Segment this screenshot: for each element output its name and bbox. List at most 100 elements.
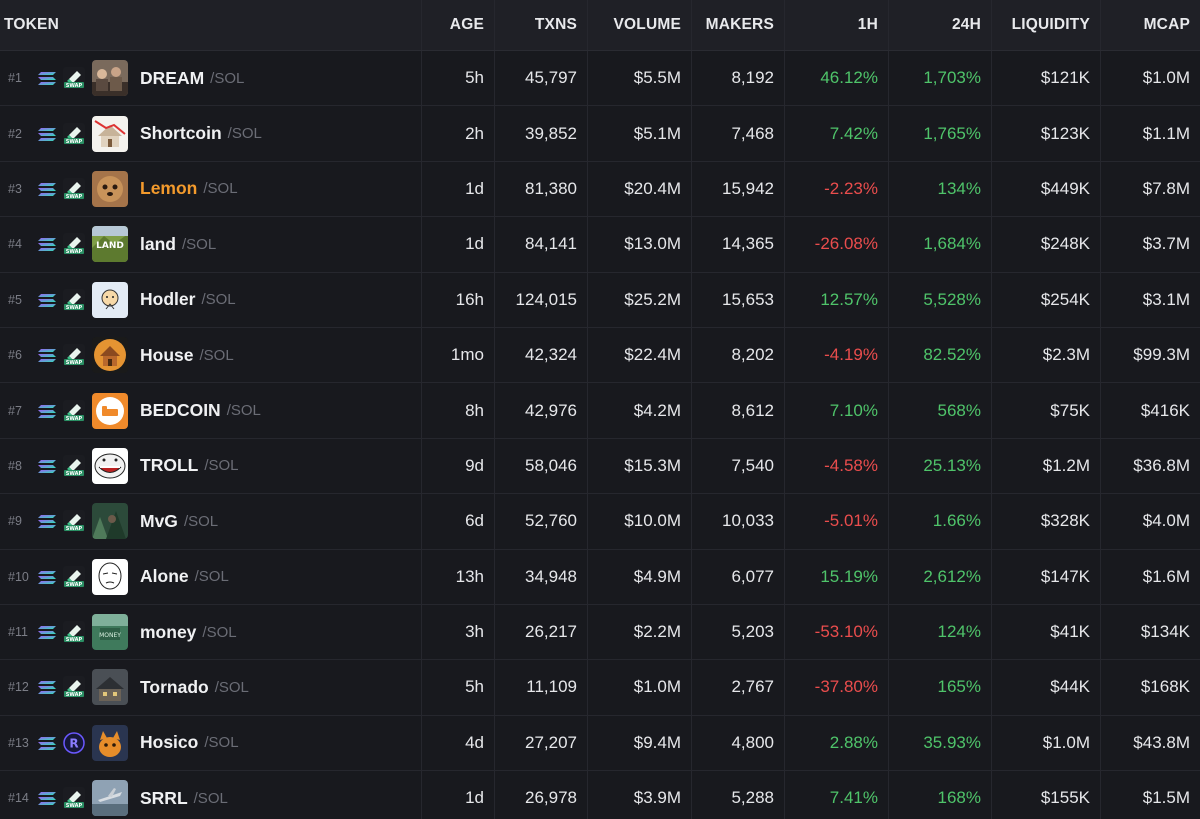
- change-1h-cell: -2.23%: [785, 161, 889, 217]
- mcap-cell: $36.8M: [1133, 455, 1190, 475]
- age-cell: 2h: [422, 106, 495, 161]
- mcap-cell: $1.5M: [1142, 788, 1190, 808]
- rank-label: #3: [8, 181, 22, 196]
- token-cell[interactable]: #1 SWAP DREAM /SOL: [0, 51, 422, 106]
- token-cell[interactable]: #4 SWAP LAND land /SOL: [0, 217, 422, 272]
- svg-text:MONEY: MONEY: [99, 632, 121, 639]
- solana-icon: [37, 67, 59, 89]
- raydium-icon: R: [63, 732, 85, 754]
- table-row[interactable]: #3 SWAP Lemon /SOL 1d 81,380 $20.4M 15,9…: [0, 161, 1200, 218]
- table-row[interactable]: #10 SWAP Alone /SOL 13h 34,948 $4.9M 6,0…: [0, 549, 1200, 605]
- change-24h-cell: 134%: [889, 161, 992, 217]
- token-cell[interactable]: #11 SWAP MONEY money /SOL: [0, 604, 422, 660]
- token-cell[interactable]: #7 SWAP BEDCOIN /SOL: [0, 383, 422, 438]
- alone-avatar: [92, 558, 128, 595]
- volume-cell: $4.2M: [588, 383, 692, 438]
- rank-label: #5: [8, 292, 22, 307]
- header-age[interactable]: AGE: [422, 0, 495, 50]
- token-cell[interactable]: #14 SWAP SRRL /SOL: [0, 771, 422, 819]
- volume-cell: $5.5M: [588, 51, 692, 106]
- txns-cell: 42,324: [495, 327, 588, 383]
- srrl-avatar: [92, 780, 128, 817]
- header-mcap[interactable]: MCAP: [1101, 0, 1200, 50]
- token-cell[interactable]: #6 SWAP House /SOL: [0, 327, 422, 383]
- solana-icon: [37, 676, 59, 698]
- change-1h-cell: -53.10%: [785, 604, 889, 660]
- quote-symbol: /SOL: [181, 235, 217, 253]
- table-row[interactable]: #11 SWAP MONEY money /SOL 3h 26,217 $2.2…: [0, 604, 1200, 661]
- solana-icon: [37, 178, 59, 200]
- change-24h-cell: 568%: [889, 383, 992, 438]
- change-1h-cell: -5.01%: [785, 494, 889, 549]
- token-cell[interactable]: #2 SWAP Shortcoin /SOL: [0, 106, 422, 161]
- age-cell: 6d: [422, 494, 495, 549]
- change-24h-cell: 1,684%: [889, 217, 992, 272]
- header-24h[interactable]: 24H: [889, 0, 992, 50]
- token-cell[interactable]: #12 SWAP Tornado /SOL: [0, 660, 422, 715]
- mcap-cell: $43.8M: [1133, 732, 1190, 752]
- change-1h-cell: 15.19%: [785, 549, 889, 604]
- header-makers[interactable]: MAKERS: [692, 0, 785, 50]
- age-cell: 1d: [422, 217, 495, 272]
- header-liquidity[interactable]: LIQUIDITY: [992, 0, 1101, 50]
- mvg-avatar: [92, 503, 128, 540]
- header-1h[interactable]: 1H: [785, 0, 889, 50]
- solana-icon: [37, 621, 59, 643]
- table-row[interactable]: #12 SWAP Tornado /SOL 5h 11,109 $1.0M 2,…: [0, 660, 1200, 716]
- token-cell[interactable]: #8 SWAP TROLL /SOL: [0, 438, 422, 494]
- table-row[interactable]: #1 SWAP DREAM /SOL 5h 45,797 $5.5M 8,192…: [0, 51, 1200, 107]
- table-row[interactable]: #4 SWAP LAND land /SOL 1d 84,141 $13.0M …: [0, 217, 1200, 273]
- table-row[interactable]: #7 SWAP BEDCOIN /SOL 8h 42,976 $4.2M 8,6…: [0, 383, 1200, 439]
- rank-label: #2: [8, 126, 22, 141]
- tornado-avatar: [92, 669, 128, 706]
- table-row[interactable]: #13 R Hosico /SOL 4d 27,207 $9.4M 4,800 …: [0, 715, 1200, 772]
- troll-avatar: [92, 447, 128, 484]
- solana-icon: [37, 344, 59, 366]
- txns-cell: 26,978: [495, 771, 588, 819]
- token-symbol: BEDCOIN: [140, 400, 221, 421]
- token-cell[interactable]: #13 R Hosico /SOL: [0, 715, 422, 771]
- age-cell: 16h: [422, 272, 495, 327]
- table-row[interactable]: #14 SWAP SRRL /SOL 1d 26,978 $3.9M 5,288…: [0, 771, 1200, 819]
- land-avatar: LAND: [92, 226, 128, 263]
- txns-cell: 84,141: [495, 217, 588, 272]
- mcap-cell: $3.7M: [1142, 234, 1190, 254]
- liquidity-cell: $75K: [992, 383, 1101, 438]
- quote-symbol: /SOL: [204, 734, 239, 752]
- txns-cell: 52,760: [495, 494, 588, 549]
- table-row[interactable]: #9 SWAP MvG /SOL 6d 52,760 $10.0M 10,033…: [0, 494, 1200, 550]
- token-symbol: Shortcoin: [140, 123, 222, 144]
- table-row[interactable]: #6 SWAP House /SOL 1mo 42,324 $22.4M 8,2…: [0, 327, 1200, 384]
- txns-cell: 39,852: [495, 106, 588, 161]
- swap-icon: SWAP: [63, 399, 85, 422]
- swap-icon: SWAP: [63, 787, 85, 810]
- svg-text:SWAP: SWAP: [66, 637, 83, 643]
- rank-label: #14: [8, 791, 29, 806]
- token-cell[interactable]: #5 SWAP Hodler /SOL: [0, 272, 422, 327]
- header-volume[interactable]: VOLUME: [588, 0, 692, 50]
- token-symbol: MvG: [140, 510, 178, 531]
- table-row[interactable]: #8 SWAP TROLL /SOL 9d 58,046 $15.3M 7,54…: [0, 438, 1200, 495]
- change-1h-cell: -4.19%: [785, 327, 889, 383]
- swap-icon: SWAP: [63, 565, 85, 588]
- txns-cell: 34,948: [495, 549, 588, 604]
- change-24h-cell: 5,528%: [889, 272, 992, 327]
- rank-label: #8: [8, 458, 22, 473]
- token-cell[interactable]: #9 SWAP MvG /SOL: [0, 494, 422, 549]
- liquidity-cell: $155K: [992, 771, 1101, 819]
- token-cell[interactable]: #3 SWAP Lemon /SOL: [0, 161, 422, 217]
- rank-label: #4: [8, 237, 22, 252]
- token-cell[interactable]: #10 SWAP Alone /SOL: [0, 549, 422, 604]
- svg-text:SWAP: SWAP: [66, 305, 83, 311]
- table-row[interactable]: #2 SWAP Shortcoin /SOL 2h 39,852 $5.1M 7…: [0, 106, 1200, 162]
- header-txns[interactable]: TXNS: [495, 0, 588, 50]
- table-row[interactable]: #5 SWAP Hodler /SOL 16h 124,015 $25.2M 1…: [0, 272, 1200, 328]
- header-token[interactable]: TOKEN: [0, 0, 422, 50]
- quote-symbol: /SOL: [226, 402, 261, 420]
- makers-cell: 8,612: [692, 383, 785, 438]
- svg-text:SWAP: SWAP: [66, 194, 83, 200]
- rank-label: #11: [8, 625, 28, 640]
- change-1h-cell: 12.57%: [785, 272, 889, 327]
- solana-icon: [37, 510, 59, 532]
- mcap-cell: $4.0M: [1142, 511, 1190, 531]
